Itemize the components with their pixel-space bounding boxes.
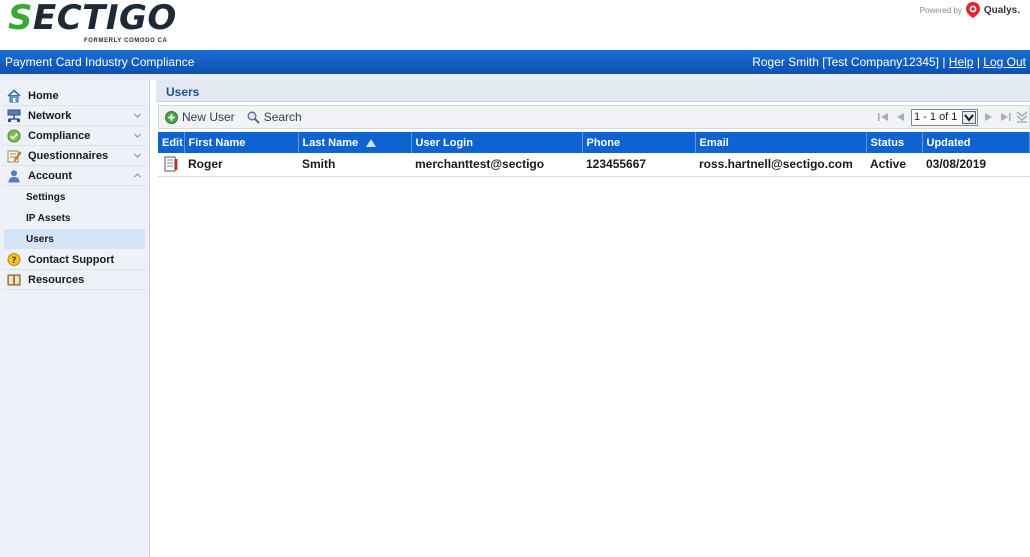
chevron-down-icon[interactable] <box>134 112 141 119</box>
sidebar-item-questionnaires[interactable]: Questionnaires <box>2 146 147 166</box>
logo-subtitle: FORMERLY COMODO CA <box>84 38 168 44</box>
app-title-bar: Payment Card Industry Compliance Roger S… <box>0 50 1030 74</box>
book-icon <box>7 274 21 285</box>
sidebar-item-label: Contact Support <box>28 253 115 266</box>
grid-toolbar: New User Search 1 - 1 of 1 <box>158 105 1030 129</box>
expand-all-icon[interactable] <box>1015 111 1029 123</box>
search-label: Search <box>263 110 302 124</box>
compliance-check-icon <box>7 129 21 142</box>
sidebar-item-compliance[interactable]: Compliance <box>2 126 147 146</box>
users-table: Edit First Name Last Name User Login Pho… <box>158 132 1030 177</box>
page-title: Users <box>156 80 1030 102</box>
edit-cell[interactable] <box>158 153 184 177</box>
user-links: Roger Smith [Test Company12345] | Help |… <box>752 55 1026 69</box>
cell-status: Active <box>866 153 922 177</box>
cell-first-name: Roger <box>184 153 298 177</box>
dropdown-arrow-icon <box>962 110 976 124</box>
column-header-last-name[interactable]: Last Name <box>298 132 412 153</box>
sidebar-item-label: Network <box>28 109 72 122</box>
sidebar-item-label: Compliance <box>28 129 91 142</box>
search-icon <box>247 111 260 124</box>
sidebar-item-label: Account <box>28 169 72 182</box>
search-button[interactable]: Search <box>247 110 302 124</box>
sidebar-subitem-users[interactable]: Users <box>4 229 145 249</box>
chevron-up-icon[interactable] <box>134 172 141 179</box>
user-account-icon <box>8 169 20 182</box>
cell-updated: 03/08/2019 <box>922 153 1030 177</box>
pagination: 1 - 1 of 1 <box>877 108 1029 126</box>
last-name-header-label: Last Name <box>302 136 359 149</box>
logo-text-lead: S <box>8 0 33 38</box>
column-header-phone[interactable]: Phone <box>582 132 696 153</box>
add-circle-icon <box>165 110 178 124</box>
cell-last-name: Smith <box>298 153 411 177</box>
main-panel: Users New User Search 1 - 1 of 1 Edit Fi… <box>156 80 1030 557</box>
sort-ascending-icon <box>366 138 377 147</box>
chevron-down-icon[interactable] <box>134 132 141 139</box>
first-page-icon[interactable] <box>877 111 891 123</box>
new-user-button[interactable]: New User <box>165 110 235 124</box>
new-user-label: New User <box>182 110 235 124</box>
network-icon <box>7 109 21 122</box>
table-header-row: Edit First Name Last Name User Login Pho… <box>158 132 1030 153</box>
column-header-first-name[interactable]: First Name <box>184 132 299 153</box>
questionnaire-pencil-icon <box>7 150 21 162</box>
column-header-status[interactable]: Status <box>866 132 923 153</box>
sidebar-subitem-ip-assets[interactable]: IP Assets <box>4 208 145 228</box>
current-user-name: Roger Smith [Test Company12345] <box>752 55 939 69</box>
sidebar-subitem-settings[interactable]: Settings <box>4 187 145 207</box>
powered-by-qualys: Powered by Qualys. <box>920 2 1020 18</box>
previous-page-icon[interactable] <box>894 111 908 123</box>
column-header-updated[interactable]: Updated <box>922 132 1030 153</box>
app-title: Payment Card Industry Compliance <box>5 55 195 69</box>
qualys-shield-icon <box>965 2 980 18</box>
sidebar-item-resources[interactable]: Resources <box>2 270 147 290</box>
sidebar: Home Network Compliance Questionnaires A… <box>0 80 150 557</box>
sectigo-logo: SECTIGO FORMERLY COMODO CA <box>8 0 176 48</box>
home-icon <box>7 88 21 102</box>
svg-text:?: ? <box>11 256 16 266</box>
sidebar-item-label: Questionnaires <box>28 149 109 162</box>
page-range-select[interactable]: 1 - 1 of 1 <box>911 108 978 126</box>
logo-text-rest: ECTIGO <box>33 0 177 38</box>
page-range-text: 1 - 1 of 1 <box>914 111 958 123</box>
column-header-edit[interactable]: Edit <box>158 132 185 153</box>
sidebar-item-label: Resources <box>28 273 85 286</box>
sidebar-item-home[interactable]: Home <box>2 86 147 106</box>
link-separator: | <box>976 55 980 69</box>
sidebar-item-label: Home <box>28 89 59 102</box>
column-header-user-login[interactable]: User Login <box>411 132 583 153</box>
help-link[interactable]: Help <box>949 55 974 69</box>
sidebar-item-account[interactable]: Account <box>2 166 147 186</box>
table-row[interactable]: Roger Smith merchanttest@sectigo 1234556… <box>158 153 1030 177</box>
chevron-down-icon[interactable] <box>134 152 141 159</box>
link-separator: | <box>942 55 946 69</box>
sidebar-item-network[interactable]: Network <box>2 106 147 126</box>
powered-by-text: Powered by <box>919 5 962 15</box>
column-header-email[interactable]: Email <box>695 132 867 153</box>
cell-user-login: merchanttest@sectigo <box>411 153 582 177</box>
next-page-icon[interactable] <box>981 111 995 123</box>
sidebar-item-contact-support[interactable]: ? Contact Support <box>2 250 147 270</box>
logout-link[interactable]: Log Out <box>983 55 1026 69</box>
edit-document-icon[interactable] <box>164 156 178 172</box>
cell-email: ross.hartnell@sectigo.com <box>695 153 866 177</box>
last-page-icon[interactable] <box>998 111 1012 123</box>
cell-phone: 123455667 <box>582 153 695 177</box>
top-header: SECTIGO FORMERLY COMODO CA Powered by Qu… <box>0 0 1030 50</box>
qualys-name: Qualys. <box>983 4 1020 16</box>
support-bubble-icon: ? <box>7 252 21 266</box>
